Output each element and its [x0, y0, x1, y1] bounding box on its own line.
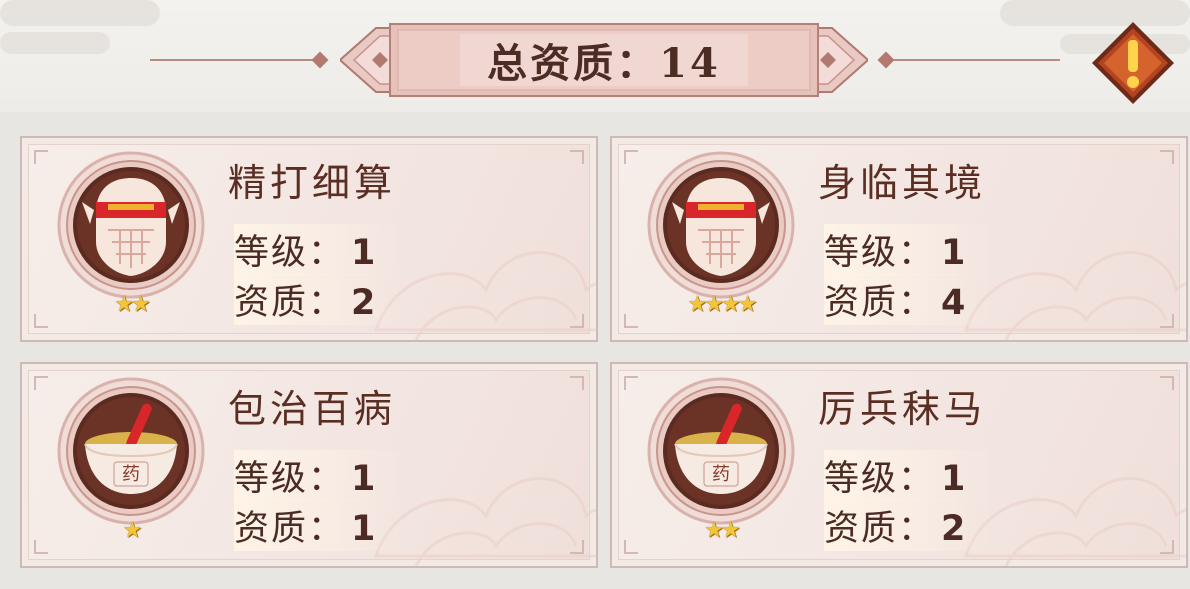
- quality-label: 资质：: [824, 509, 936, 549]
- level-value: 1: [941, 233, 968, 273]
- skill-name: 精打细算: [228, 161, 397, 205]
- skill-card[interactable]: ★★★★ 身临其境 等级： 1 资质： 4: [610, 136, 1188, 342]
- skill-icon-medallion: 药: [56, 376, 206, 526]
- skill-name: 身临其境: [818, 161, 987, 205]
- skill-icon-medallion: 药: [646, 376, 796, 526]
- quality-row: 资质： 2: [824, 500, 998, 551]
- cloud-decoration: [0, 0, 160, 26]
- level-row: 等级： 1: [824, 224, 998, 275]
- star-rating: ★: [122, 518, 143, 543]
- svg-text:药: 药: [712, 464, 730, 485]
- level-label: 等级：: [234, 233, 346, 273]
- level-value: 1: [941, 459, 968, 499]
- quality-label: 资质：: [234, 283, 346, 323]
- medicine-bowl-icon: 药: [57, 377, 205, 525]
- exclamation-icon: [1092, 22, 1174, 104]
- total-quality-label: 总资质：14: [487, 40, 721, 87]
- skill-card[interactable]: 药 ★ 包治百病 等级： 1 资质： 1: [20, 362, 598, 568]
- level-row: 等级： 1: [234, 450, 408, 501]
- header-divider-left: [150, 59, 320, 61]
- skill-card[interactable]: ★★ 精打细算 等级： 1 资质： 2: [20, 136, 598, 342]
- skill-icon-medallion: [56, 150, 206, 300]
- quality-row: 资质： 1: [234, 500, 408, 551]
- svg-text:药: 药: [122, 464, 140, 485]
- total-quality-plate: 总资质：14: [338, 22, 870, 98]
- cloud-decoration: [0, 32, 110, 54]
- skill-icon-medallion: [646, 150, 796, 300]
- warning-button[interactable]: [1088, 18, 1178, 108]
- header-divider-right: [880, 59, 1060, 61]
- quality-value: 4: [941, 283, 968, 323]
- quality-row: 资质： 4: [824, 274, 998, 325]
- level-label: 等级：: [234, 459, 346, 499]
- skill-name: 厉兵秣马: [818, 387, 987, 431]
- quality-value: 2: [941, 509, 968, 549]
- star-rating: ★★: [114, 292, 150, 317]
- masked-face-icon: [57, 151, 205, 299]
- diamond-ornament: [877, 51, 895, 69]
- skill-card[interactable]: 药 ★★ 厉兵秣马 等级： 1 资质： 2: [610, 362, 1188, 568]
- level-value: 1: [351, 233, 378, 273]
- level-row: 等级： 1: [234, 224, 408, 275]
- level-value: 1: [351, 459, 378, 499]
- medicine-bowl-icon: 药: [647, 377, 795, 525]
- header-bar: 总资质：14: [0, 0, 1190, 112]
- level-label: 等级：: [824, 233, 936, 273]
- level-label: 等级：: [824, 459, 936, 499]
- quality-value: 2: [351, 283, 378, 323]
- star-rating: ★★★★: [687, 292, 758, 317]
- quality-label: 资质：: [824, 283, 936, 323]
- star-rating: ★★: [704, 518, 740, 543]
- quality-value: 1: [351, 509, 378, 549]
- quality-label: 资质：: [234, 509, 346, 549]
- masked-face-icon: [647, 151, 795, 299]
- skill-name: 包治百病: [228, 387, 397, 431]
- level-row: 等级： 1: [824, 450, 998, 501]
- quality-row: 资质： 2: [234, 274, 408, 325]
- diamond-ornament: [311, 51, 329, 69]
